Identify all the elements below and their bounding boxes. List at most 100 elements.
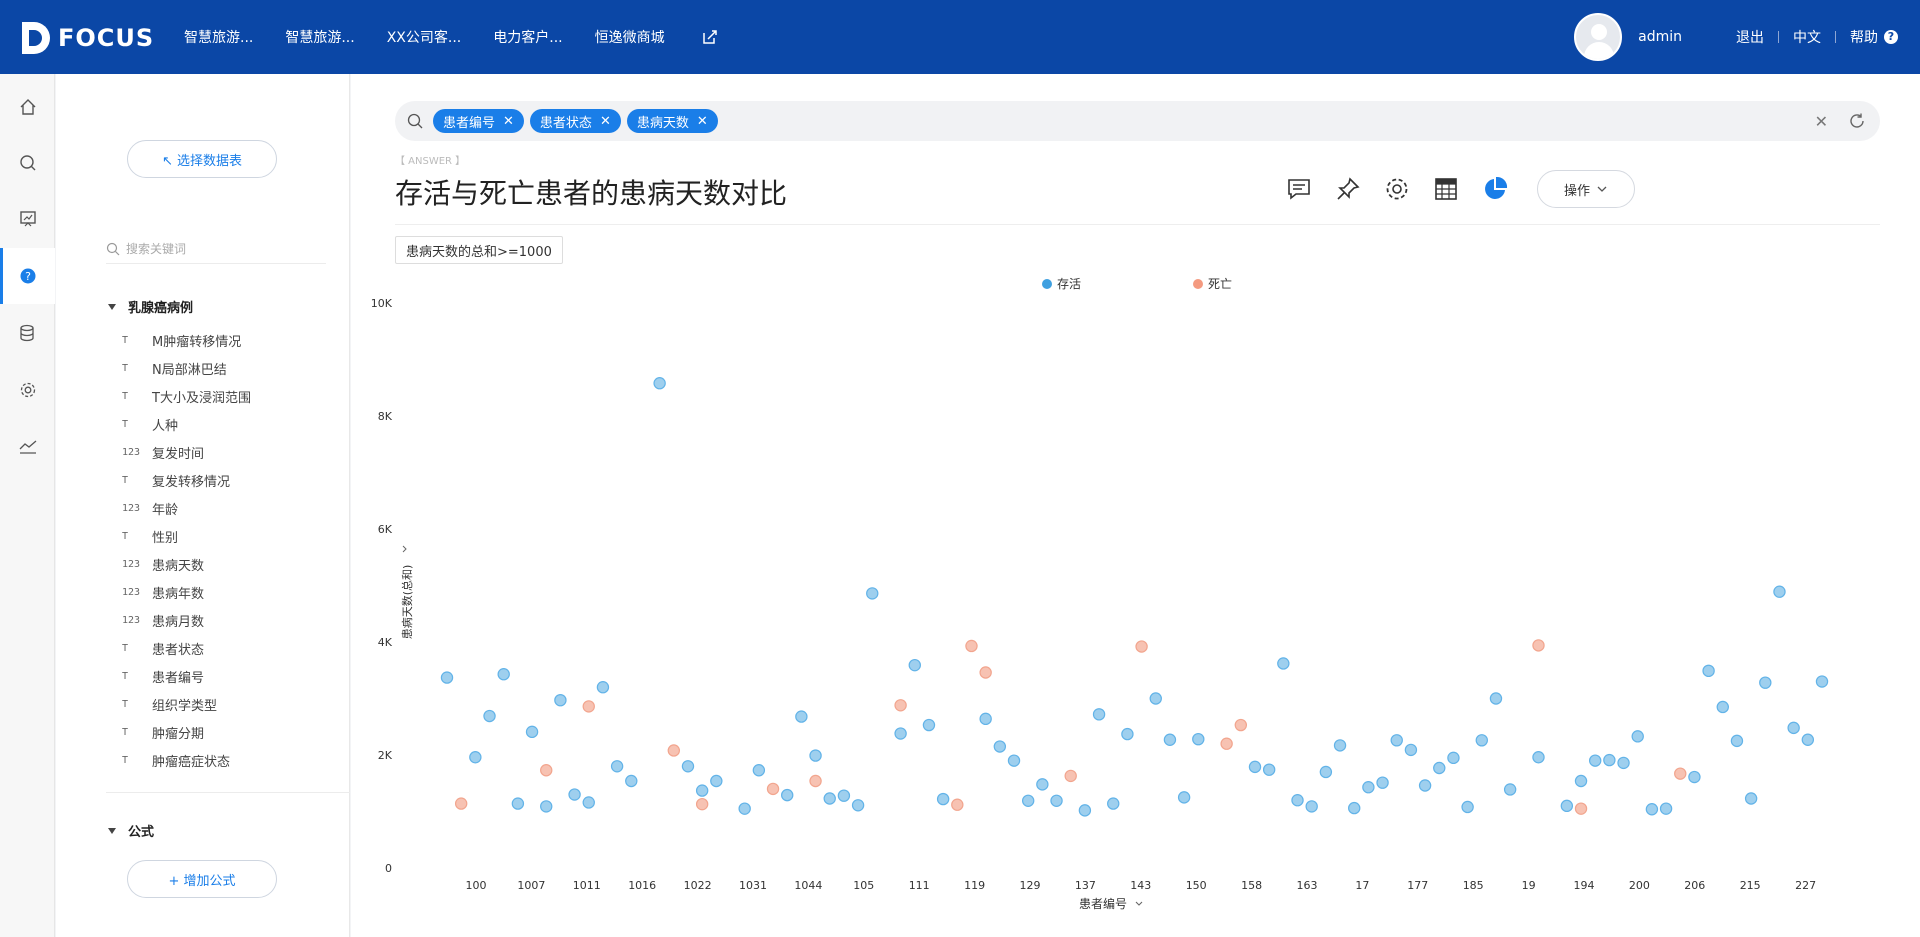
username[interactable]: admin: [1638, 29, 1682, 45]
pin-button[interactable]: [1333, 174, 1363, 204]
formula-node[interactable]: 公式: [108, 821, 154, 840]
field-item[interactable]: T 肿瘤分期: [122, 718, 251, 746]
field-item[interactable]: T 肿瘤癌症状态: [122, 746, 251, 774]
close-icon[interactable]: ✕: [600, 114, 611, 129]
field-item[interactable]: T 患者状态: [122, 634, 251, 662]
database-icon: [19, 324, 34, 342]
rail-trend[interactable]: [0, 418, 55, 474]
scatter-point-alive: [1404, 743, 1418, 757]
close-icon[interactable]: ✕: [503, 114, 514, 129]
scatter-point-alive: [979, 712, 992, 726]
select-table-button[interactable]: ↖ 选择数据表: [127, 140, 277, 178]
add-formula-button[interactable]: + 增加公式: [127, 860, 277, 898]
search-bar[interactable]: 患者编号 ✕ 患者状态 ✕ 患病天数 ✕ ✕: [395, 101, 1880, 141]
clear-icon[interactable]: ✕: [1815, 112, 1828, 131]
answer-toolbar: 操作: [1284, 170, 1635, 208]
text-type-icon: T: [122, 670, 129, 682]
question-icon: ?: [20, 268, 35, 284]
scatter-point-alive: [1418, 779, 1432, 792]
scatter-point-alive: [823, 792, 836, 805]
scatter-point-dead: [1064, 769, 1077, 783]
field-item[interactable]: 123 患病天数: [122, 550, 251, 578]
avatar[interactable]: [1574, 13, 1623, 61]
search-icon: [19, 155, 35, 171]
filter-tag[interactable]: 患病天数的总和>=1000: [395, 236, 563, 264]
field-item[interactable]: T 患者编号: [122, 662, 251, 690]
nav-item-hengyi-mall[interactable]: 恒逸微商城: [595, 27, 665, 47]
nav-item-xx-company[interactable]: XX公司客...: [387, 27, 462, 47]
field-item[interactable]: 123 患病月数: [122, 606, 251, 634]
scatter-point-alive: [809, 749, 822, 762]
scatter-point-dead: [1574, 802, 1588, 815]
chip-label: 患者编号: [443, 115, 496, 131]
edit-icon[interactable]: [701, 28, 719, 46]
chip-label: 患病天数: [636, 115, 689, 131]
y-tick-label: 6K: [378, 523, 393, 536]
text-type-icon: T: [122, 418, 129, 430]
operations-button[interactable]: 操作: [1537, 170, 1635, 208]
scatter-point-alive: [866, 587, 879, 600]
scatter-point-alive: [837, 789, 851, 802]
rail-search[interactable]: [0, 135, 55, 191]
scatter-point-alive: [1007, 754, 1021, 767]
field-name: 年龄: [152, 502, 179, 518]
scatter-point-alive: [1107, 797, 1120, 810]
field-item[interactable]: T M肿瘤转移情况: [122, 326, 251, 354]
comment-button[interactable]: [1284, 174, 1314, 204]
scatter-point-alive: [1305, 800, 1318, 813]
close-icon[interactable]: ✕: [697, 114, 708, 129]
chart-view-button[interactable]: [1480, 174, 1510, 204]
search-icon: [407, 113, 423, 129]
scatter-point-alive: [511, 797, 525, 810]
table-view-button[interactable]: [1431, 174, 1461, 204]
rail-question[interactable]: ?: [0, 248, 55, 304]
nav-item-smart-travel-1[interactable]: 智慧旅游...: [184, 27, 253, 47]
focus-logo[interactable]: FOCUS: [20, 20, 154, 56]
number-type-icon: 123: [122, 614, 141, 626]
field-search-input[interactable]: 搜索关键词: [106, 234, 326, 264]
collapse-triangle-icon[interactable]: [108, 303, 116, 310]
field-item[interactable]: T 组织学类型: [122, 690, 251, 718]
language-switch[interactable]: 中文: [1793, 27, 1821, 47]
chip-patient-status[interactable]: 患者状态 ✕: [529, 109, 621, 133]
help-link[interactable]: 帮助: [1850, 27, 1878, 47]
trend-icon: [19, 440, 36, 454]
legend-label: 存活: [1057, 277, 1081, 291]
field-name: 患者编号: [152, 670, 205, 686]
scatter-point-alive: [1291, 794, 1304, 807]
logout-link[interactable]: 退出: [1736, 27, 1764, 47]
scatter-point-alive: [1560, 799, 1574, 813]
x-tick-label: 17: [1355, 879, 1369, 892]
scatter-point-alive: [695, 784, 709, 797]
field-item[interactable]: T 复发转移情况: [122, 466, 251, 494]
rail-database[interactable]: [0, 305, 55, 361]
table-node[interactable]: 乳腺癌病例: [108, 297, 193, 316]
field-item[interactable]: T 人种: [122, 410, 251, 438]
field-item[interactable]: 123 年龄: [122, 494, 251, 522]
chip-label: 患者状态: [539, 115, 592, 131]
x-tick-label: 215: [1740, 879, 1761, 892]
scatter-point-alive: [1503, 783, 1517, 796]
scatter-point-dead: [582, 700, 595, 713]
rail-settings[interactable]: [0, 362, 55, 418]
scatter-point-alive: [1588, 754, 1602, 767]
table-name: 乳腺癌病例: [128, 301, 194, 316]
field-item[interactable]: T T大小及浸润范围: [122, 382, 251, 410]
field-name: 组织学类型: [152, 698, 218, 714]
help-icon[interactable]: ?: [1884, 30, 1898, 44]
chip-sick-days[interactable]: 患病天数 ✕: [626, 109, 718, 133]
rail-dashboard[interactable]: [0, 191, 55, 247]
field-item[interactable]: 123 复发时间: [122, 438, 251, 466]
rail-home[interactable]: [0, 79, 55, 135]
nav-item-power-customer[interactable]: 电力客户...: [493, 27, 562, 47]
collapse-triangle-icon[interactable]: [108, 827, 116, 834]
field-item[interactable]: T 性别: [122, 522, 251, 550]
settings-button[interactable]: [1382, 174, 1412, 204]
scatter-point-dead: [951, 798, 964, 811]
field-item[interactable]: T N局部淋巴结: [122, 354, 251, 382]
field-item[interactable]: 123 患病年数: [122, 578, 251, 606]
scatter-point-alive: [483, 709, 496, 723]
refresh-icon[interactable]: [1848, 112, 1866, 130]
nav-item-smart-travel-2[interactable]: 智慧旅游...: [285, 27, 354, 47]
chip-patient-id[interactable]: 患者编号 ✕: [433, 109, 524, 133]
